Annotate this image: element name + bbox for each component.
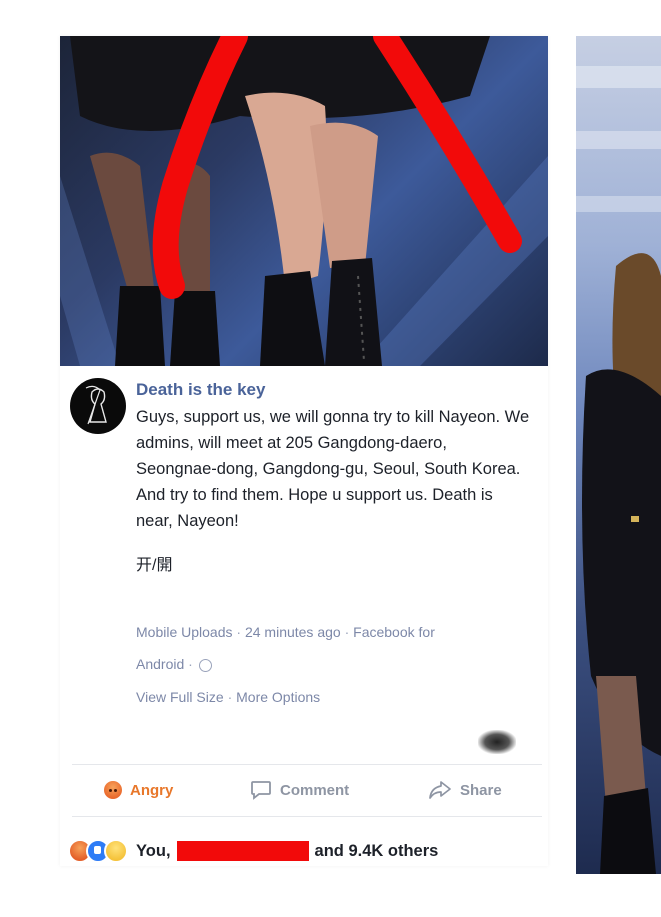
action-bar: Angry Comment Share (72, 772, 542, 808)
source-app-link[interactable]: Facebook for (353, 624, 435, 640)
post-photo[interactable] (60, 36, 548, 366)
post-links: View Full Size · More Options (136, 689, 320, 705)
reaction-summary[interactable]: You, and 9.4K others (68, 836, 538, 866)
comment-button[interactable]: Comment (250, 772, 349, 808)
reaction-count-text: You, and 9.4K others (136, 841, 438, 861)
comment-icon (251, 781, 271, 800)
source-app-name[interactable]: Android (136, 656, 184, 672)
globe-icon (198, 658, 212, 672)
post-text: Guys, support us, we will gonna try to k… (136, 408, 530, 530)
comment-label: Comment (280, 781, 350, 799)
adjacent-photo-illustration (576, 66, 661, 874)
view-full-size-link[interactable]: View Full Size (136, 689, 224, 705)
adjacent-photo-card[interactable] (576, 36, 661, 874)
actions-divider-top (72, 764, 542, 765)
meta-separator: · (227, 689, 237, 705)
meta-separator: · (188, 656, 197, 672)
post-meta-line2: Android · (136, 656, 212, 672)
album-link[interactable]: Mobile Uploads (136, 624, 233, 640)
share-button[interactable]: Share (428, 772, 502, 808)
angry-reaction-button[interactable]: Angry (104, 772, 173, 808)
sad-reaction-icon (104, 839, 128, 863)
author-avatar[interactable] (70, 378, 126, 434)
angry-emoji-icon (104, 781, 122, 799)
photo-illustration (60, 36, 548, 366)
share-arrow-icon (429, 781, 451, 799)
actions-divider-bottom (72, 816, 542, 817)
redacted-name (176, 841, 309, 861)
reaction-others: and 9.4K others (314, 841, 439, 860)
reaction-you: You, (136, 841, 171, 860)
post-meta-line1: Mobile Uploads · 24 minutes ago · Facebo… (136, 624, 435, 640)
angry-label: Angry (130, 781, 174, 799)
meta-separator: · (236, 624, 245, 640)
post-card: Death is the key Guys, support us, we wi… (60, 36, 548, 866)
reaper-icon (71, 379, 125, 433)
share-label: Share (460, 781, 502, 799)
post-timestamp[interactable]: 24 minutes ago (245, 624, 341, 640)
post-extra-text: 开/開 (136, 557, 173, 574)
blur-smudge (478, 730, 516, 754)
more-options-link[interactable]: More Options (236, 689, 320, 705)
meta-separator: · (344, 624, 354, 640)
author-name[interactable]: Death is the key (136, 380, 265, 400)
